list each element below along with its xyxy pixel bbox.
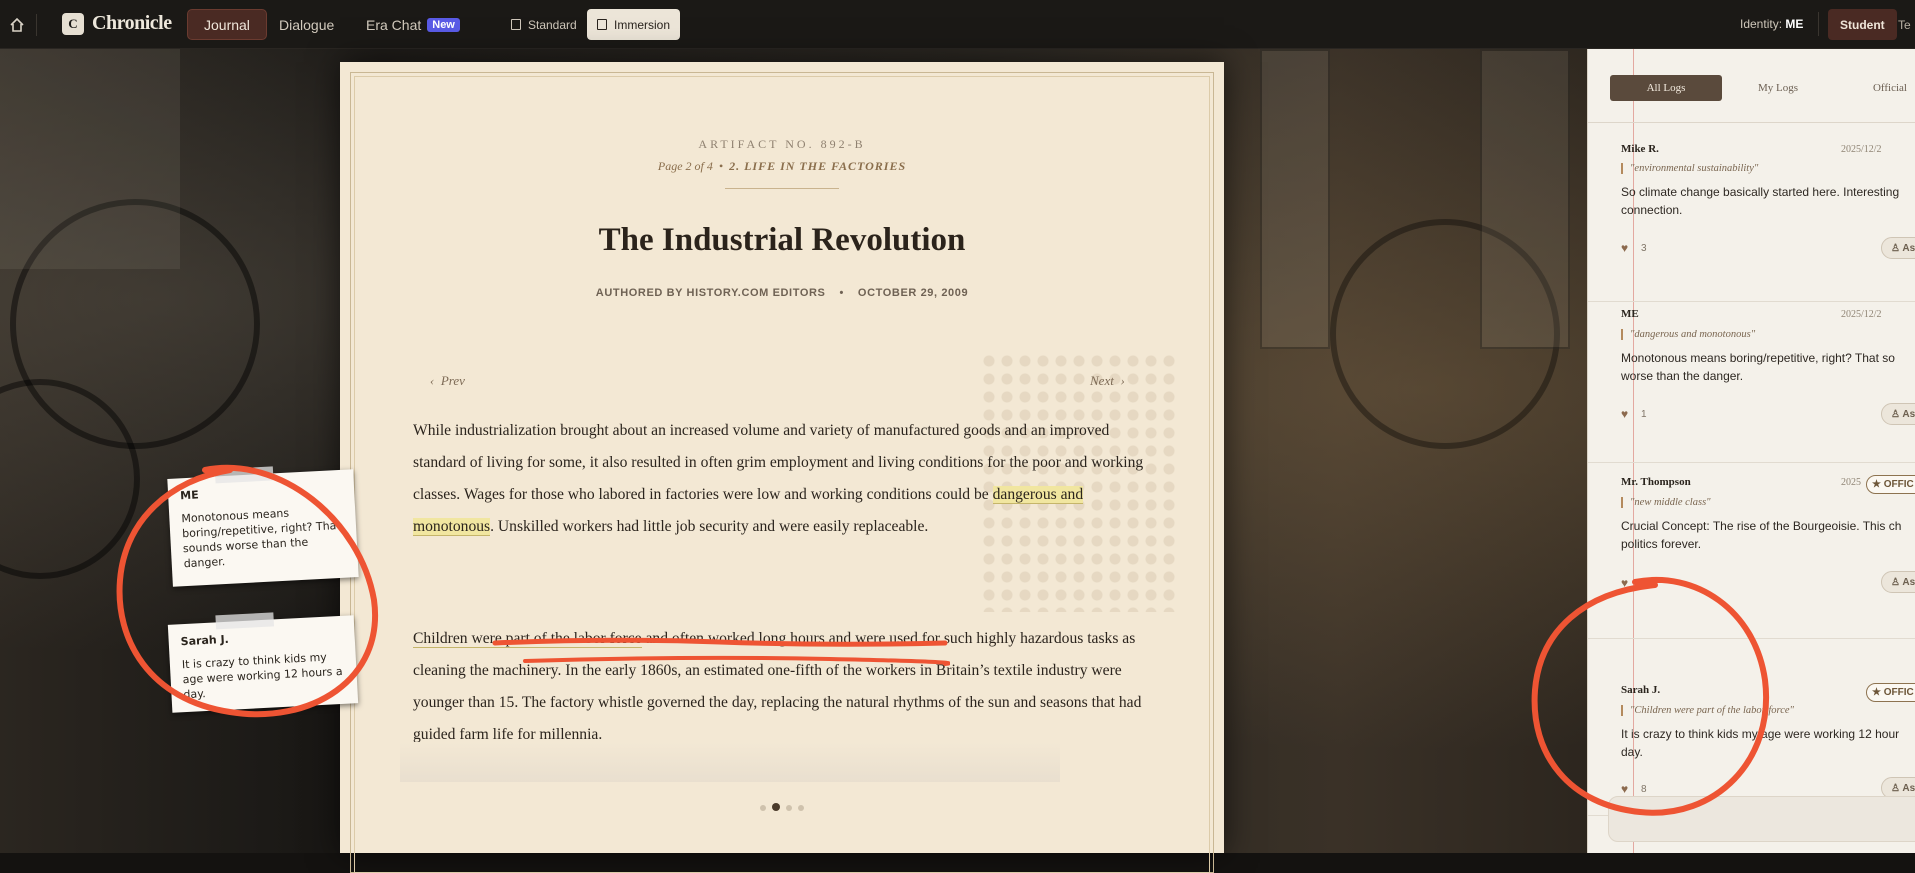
identity-display: Identity: ME	[1740, 17, 1803, 31]
ask-label: As	[1902, 243, 1915, 254]
page-dot[interactable]	[760, 805, 766, 811]
log-text: So climate change basically started here…	[1621, 185, 1900, 217]
filter-my-logs[interactable]: My Logs	[1722, 75, 1834, 101]
role-student-button[interactable]: Student	[1828, 9, 1897, 40]
filter-all-logs[interactable]: All Logs	[1610, 75, 1722, 101]
immersion-mode-button[interactable]: Immersion	[587, 9, 681, 40]
author: AUTHORED BY HISTORY.COM EDITORS	[595, 287, 826, 299]
ask-label: As	[1902, 783, 1915, 794]
log-date: 2025/12/2	[1841, 309, 1882, 320]
section-title: 2. LIFE IN THE FACTORIES	[729, 159, 907, 173]
log-quote: "dangerous and monotonous"	[1621, 329, 1755, 340]
log-author: Mike R.	[1621, 143, 1659, 155]
log-text: Crucial Concept: The rise of the Bourgeo…	[1621, 519, 1902, 551]
tab-label: Era Chat	[366, 16, 422, 33]
artifact-number: ARTIFACT NO. 892-B	[698, 137, 866, 151]
divider	[1818, 12, 1819, 36]
page-dot[interactable]	[786, 805, 792, 811]
standard-mode-button[interactable]: Standard	[501, 9, 587, 40]
ask-label: As	[1902, 577, 1915, 588]
ask-button[interactable]: ♙ As	[1881, 237, 1915, 259]
page-dot-active[interactable]	[772, 803, 780, 811]
publish-date: OCTOBER 29, 2009	[857, 287, 969, 299]
next-page-button[interactable]: Next ›	[1090, 373, 1125, 389]
log-entry[interactable]: ME 2025/12/2 "dangerous and monotonous" …	[1588, 304, 1915, 463]
annotation-circle	[1531, 576, 1770, 816]
page-number: Page 2 of 4	[657, 159, 713, 173]
book-icon	[597, 19, 607, 30]
next-label: Next	[1090, 373, 1114, 388]
tab-journal[interactable]: Journal	[187, 9, 267, 40]
log-author: ME	[1621, 308, 1639, 320]
paragraph-1: While industrialization brought about an…	[413, 415, 1153, 543]
log-date: 2025	[1841, 477, 1861, 488]
annotation-underline	[492, 637, 950, 666]
prev-page-button[interactable]: ‹ Prev	[430, 373, 465, 389]
factory-window	[1480, 49, 1570, 349]
divider	[36, 14, 37, 36]
tab-label: Dialogue	[279, 16, 335, 33]
app-name: Chronicle	[92, 12, 172, 34]
tab-label: Journal	[204, 16, 250, 33]
filter-official[interactable]: Official	[1834, 75, 1915, 101]
ask-button[interactable]: ♙ As	[1881, 403, 1915, 425]
heart-icon[interactable]: ♥	[1621, 407, 1628, 421]
home-icon[interactable]	[8, 16, 26, 34]
article-title: The Industrial Revolution	[598, 222, 966, 258]
document-icon	[511, 19, 521, 30]
log-date: 2025/12/2	[1841, 144, 1882, 155]
heart-icon[interactable]: ♥	[1621, 241, 1628, 255]
identity-value: ME	[1785, 17, 1804, 31]
log-quote: "environmental sustainability"	[1621, 163, 1758, 174]
page-dot[interactable]	[798, 805, 804, 811]
identity-label: Identity:	[1740, 17, 1783, 31]
mode-label: Standard	[528, 17, 577, 32]
log-text: Monotonous means boring/repetitive, righ…	[1621, 351, 1895, 383]
divider	[1588, 122, 1915, 123]
page-info: Page 2 of 4 • 2. LIFE IN THE FACTORIES	[657, 159, 907, 173]
prev-label: Prev	[440, 373, 465, 388]
role-teacher-button[interactable]: Te	[1894, 9, 1915, 40]
annotation-circle	[116, 464, 379, 718]
ask-label: As	[1902, 409, 1915, 420]
log-entry[interactable]: Mike R. 2025/12/2 "environmental sustain…	[1588, 143, 1915, 302]
page-dots[interactable]	[340, 798, 1224, 816]
mode-label: Immersion	[614, 17, 671, 32]
top-bar: C Chronicle Journal Dialogue Era Chat New…	[0, 0, 1915, 49]
tab-dialogue[interactable]: Dialogue	[263, 9, 350, 40]
official-label: OFFIC	[1883, 479, 1914, 490]
fade-overlay	[400, 742, 1060, 782]
official-badge: ★ OFFIC	[1866, 683, 1915, 702]
like-count: 3	[1641, 243, 1647, 254]
article-paper: ARTIFACT NO. 892-B Page 2 of 4 • 2. LIFE…	[340, 62, 1224, 873]
tab-era-chat[interactable]: Era Chat New	[350, 9, 476, 40]
like-count: 1	[1641, 409, 1647, 420]
log-author: Mr. Thompson	[1621, 476, 1691, 488]
factory-window	[1260, 49, 1330, 349]
byline: AUTHORED BY HISTORY.COM EDITORS • OCTOBER …	[595, 287, 969, 299]
new-badge: New	[427, 17, 460, 32]
divider	[725, 188, 839, 189]
log-filters: All Logs My Logs Official	[1610, 75, 1915, 101]
log-quote: "new middle class"	[1621, 497, 1711, 508]
ask-button[interactable]: ♙ As	[1881, 571, 1915, 593]
paragraph-text: . Unskilled workers had little job secur…	[490, 518, 929, 535]
app-logo: C	[62, 13, 84, 35]
official-badge: ★ OFFIC	[1866, 475, 1915, 494]
factory-window	[0, 49, 180, 269]
official-label: OFFIC	[1883, 687, 1914, 698]
